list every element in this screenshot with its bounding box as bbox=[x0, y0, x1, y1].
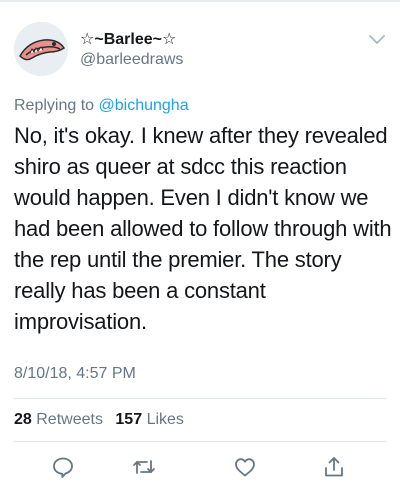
likes-count[interactable]: 157 bbox=[115, 411, 142, 428]
retweet-icon bbox=[133, 460, 155, 474]
replying-to: Replying to @bichungha bbox=[14, 97, 189, 115]
display-name[interactable]: ☆~Barlee~☆ bbox=[80, 29, 176, 49]
retweet-button[interactable] bbox=[132, 455, 156, 479]
chevron-down-icon[interactable] bbox=[368, 33, 386, 47]
share-icon bbox=[325, 457, 343, 477]
like-button[interactable] bbox=[233, 455, 257, 479]
reply-button[interactable] bbox=[51, 455, 75, 479]
reply-icon bbox=[53, 457, 73, 478]
engagement-stats: 28 Retweets 157 Likes bbox=[14, 411, 192, 429]
avatar[interactable] bbox=[14, 22, 68, 76]
replying-to-label: Replying to bbox=[14, 97, 95, 114]
tweet-timestamp[interactable]: 8/10/18, 4:57 PM bbox=[14, 365, 136, 383]
top-border bbox=[0, 0, 400, 2]
divider bbox=[14, 441, 386, 442]
tweet-text: No, it's okay. I knew after they reveale… bbox=[14, 123, 392, 334]
divider bbox=[14, 398, 386, 399]
retweets-label[interactable]: Retweets bbox=[36, 411, 103, 428]
likes-label[interactable]: Likes bbox=[147, 411, 184, 428]
like-icon bbox=[235, 458, 255, 477]
reply-mention-link[interactable]: @bichungha bbox=[99, 97, 189, 114]
user-handle[interactable]: @barleedraws bbox=[80, 51, 183, 69]
retweets-count[interactable]: 28 bbox=[14, 411, 32, 428]
avatar-fox-icon bbox=[14, 22, 68, 76]
share-button[interactable] bbox=[322, 455, 346, 479]
